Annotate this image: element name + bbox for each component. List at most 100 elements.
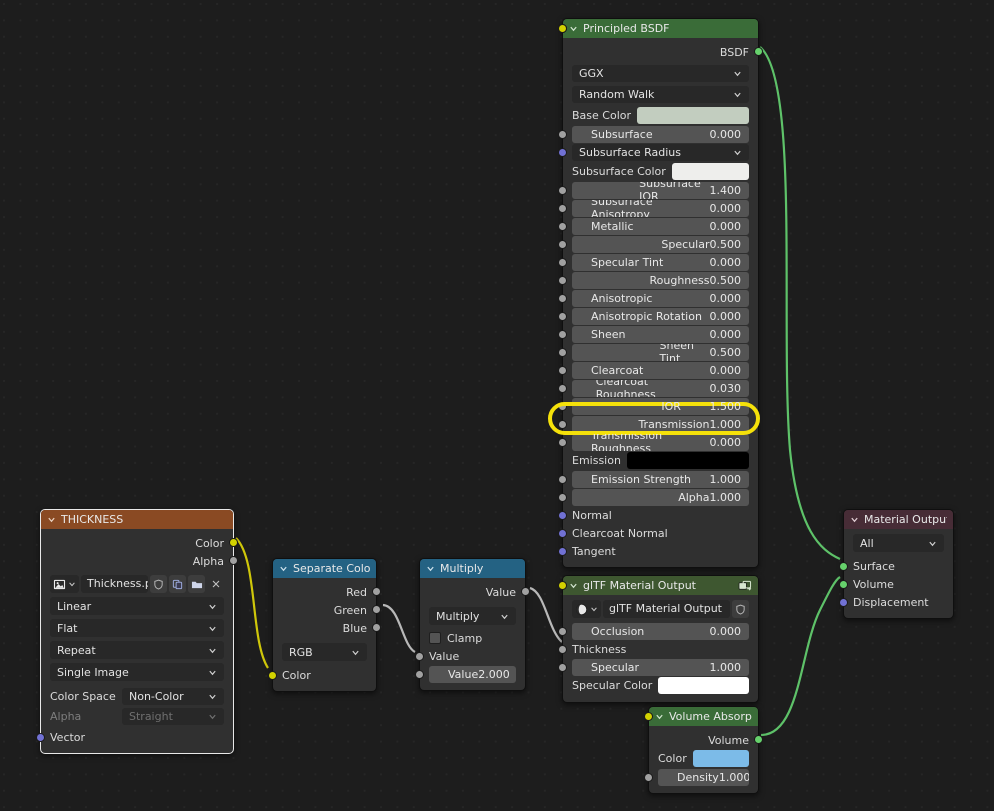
field-density[interactable]: Density 1.000 — [658, 769, 749, 786]
socket-input-value-b[interactable] — [415, 670, 424, 679]
socket-input-subsurface-ior[interactable] — [558, 186, 567, 195]
field-gltf-specular[interactable]: Specular 1.000 — [572, 659, 749, 676]
checkbox-row-clamp[interactable]: Clamp — [420, 629, 525, 647]
color-swatch-subsurface-color[interactable] — [672, 163, 749, 180]
node-header-thickness[interactable]: THICKNESS — [41, 510, 233, 529]
node-gltf-material-output[interactable]: glTF Material Output glTF Materia — [562, 575, 759, 703]
output-row-blue[interactable]: Blue — [273, 619, 376, 637]
socket-input-anisotropic-rotation[interactable] — [558, 312, 567, 321]
dropdown-extension[interactable]: Repeat — [50, 641, 224, 659]
image-datablock-selector[interactable] — [50, 575, 79, 593]
slider-roughness[interactable]: Roughness 0.500 — [572, 272, 749, 289]
chevron-down-icon[interactable] — [569, 581, 578, 590]
field-occlusion[interactable]: Occlusion 0.000 — [572, 623, 749, 640]
socket-input-value-a[interactable] — [415, 652, 424, 661]
socket-output-alpha[interactable] — [229, 556, 238, 565]
input-row-color[interactable]: Color — [273, 666, 376, 684]
dropdown-operation[interactable]: Multiply — [429, 607, 516, 625]
input-row-base-color[interactable]: Base Color — [563, 106, 758, 125]
shield-icon[interactable] — [150, 575, 167, 593]
slider-clearcoat-roughness[interactable]: Clearcoat Roughness 0.030 — [572, 380, 749, 397]
slider-subsurface[interactable]: Subsurface 0.000 — [572, 126, 749, 143]
node-editor-canvas[interactable]: Principled BSDF BSDF GGX Random Walk Bas… — [0, 0, 994, 811]
input-row-subsurface-color[interactable]: Subsurface Color — [563, 162, 758, 181]
slider-subsurface-anisotropy[interactable]: Subsurface Anisotropy 0.000 — [572, 200, 749, 217]
socket-input-color[interactable] — [268, 671, 277, 680]
copy-icon[interactable] — [169, 575, 186, 593]
input-row-density[interactable]: Density 1.000 — [649, 768, 758, 786]
input-row-subsurface-ior[interactable]: Subsurface IOR 1.400 — [563, 181, 758, 199]
slider-subsurface-ior[interactable]: Subsurface IOR 1.400 — [572, 182, 749, 199]
input-row-sheen[interactable]: Sheen 0.000 — [563, 325, 758, 343]
output-row-bsdf[interactable]: BSDF — [563, 43, 758, 61]
slider-sheen-tint[interactable]: Sheen Tint 0.500 — [572, 344, 749, 361]
socket-output-color[interactable] — [229, 538, 238, 547]
chevron-down-icon[interactable] — [279, 564, 288, 573]
input-row-sheen-tint[interactable]: Sheen Tint 0.500 — [563, 343, 758, 361]
input-row-emission-strength[interactable]: Emission Strength 1.000 — [563, 470, 758, 488]
socket-output-volume[interactable] — [754, 735, 763, 744]
shield-icon[interactable] — [732, 600, 749, 618]
socket-input-sheen-tint[interactable] — [558, 348, 567, 357]
socket-input-surface[interactable] — [839, 562, 848, 571]
output-row-green[interactable]: Green — [273, 601, 376, 619]
gltf-datablock-selector[interactable] — [572, 600, 601, 618]
input-row-transmission[interactable]: Transmission 1.000 — [563, 415, 758, 433]
input-row-absorption-color[interactable]: Color — [649, 749, 758, 768]
input-row-ior[interactable]: IOR 1.500 — [563, 397, 758, 415]
socket-output-red[interactable] — [372, 587, 381, 596]
input-row-vector[interactable]: Vector — [41, 728, 233, 746]
socket-input-subsurface-anisotropy[interactable] — [558, 204, 567, 213]
input-row-occlusion[interactable]: Occlusion 0.000 — [563, 622, 758, 640]
node-group-icon[interactable] — [738, 580, 752, 592]
input-row-clearcoat-roughness[interactable]: Clearcoat Roughness 0.030 — [563, 379, 758, 397]
color-swatch-emission[interactable] — [627, 452, 749, 469]
output-row-alpha[interactable]: Alpha — [41, 552, 233, 570]
input-row-specular-color[interactable]: Specular Color — [563, 676, 758, 695]
socket-input-roughness[interactable] — [558, 276, 567, 285]
socket-input-density[interactable] — [644, 773, 653, 782]
node-volume-absorption[interactable]: Volume Absorption Volume Color Density 1… — [648, 706, 759, 794]
dropdown-distribution[interactable]: GGX — [572, 65, 749, 82]
node-separate-color[interactable]: Separate Color Red Green Blue RGB C — [272, 558, 377, 692]
node-header-multiply[interactable]: Multiply — [420, 559, 525, 578]
socket-input-normal[interactable] — [558, 511, 567, 520]
socket-output-green[interactable] — [372, 605, 381, 614]
socket-input-specular-tint[interactable] — [558, 258, 567, 267]
node-header-principled-bsdf[interactable]: Principled BSDF — [563, 19, 758, 38]
chevron-down-icon[interactable] — [426, 564, 435, 573]
socket-output-value[interactable] — [521, 587, 530, 596]
input-row-normal[interactable]: Normal — [563, 506, 758, 524]
close-icon[interactable] — [207, 575, 224, 593]
input-row-clearcoat[interactable]: Clearcoat 0.000 — [563, 361, 758, 379]
slider-sheen[interactable]: Sheen 0.000 — [572, 326, 749, 343]
socket-input-emission[interactable] — [558, 24, 567, 33]
chevron-down-icon[interactable] — [655, 712, 664, 721]
node-material-output[interactable]: Material Output All Surface Volume Displ… — [843, 509, 954, 619]
prop-row-color-space[interactable]: Color Space Non-Color — [41, 686, 233, 706]
socket-input-clearcoat[interactable] — [558, 366, 567, 375]
slider-ior[interactable]: IOR 1.500 — [572, 398, 749, 415]
socket-input-clearcoat-roughness[interactable] — [558, 384, 567, 393]
socket-input-displacement[interactable] — [839, 598, 848, 607]
node-thickness-image-texture[interactable]: THICKNESS Color Alpha — [40, 509, 234, 754]
input-row-thickness[interactable]: Thickness — [563, 640, 758, 658]
output-row-value[interactable]: Value — [420, 583, 525, 601]
dropdown-subsurface-method[interactable]: Random Walk — [572, 86, 749, 103]
gltf-datablock-row[interactable]: glTF Material Output — [572, 600, 749, 618]
output-row-color[interactable]: Color — [41, 534, 233, 552]
input-row-displacement[interactable]: Displacement — [844, 593, 953, 611]
socket-input-vector[interactable] — [36, 733, 45, 742]
slider-clearcoat[interactable]: Clearcoat 0.000 — [572, 362, 749, 379]
input-row-emission[interactable]: Emission — [563, 451, 758, 470]
slider-anisotropic-rotation[interactable]: Anisotropic Rotation 0.000 — [572, 308, 749, 325]
socket-input-gltf-specular[interactable] — [558, 663, 567, 672]
folder-icon[interactable] — [188, 575, 205, 593]
input-row-specular[interactable]: Specular 0.500 — [563, 235, 758, 253]
input-row-specular-tint[interactable]: Specular Tint 0.000 — [563, 253, 758, 271]
clamp-checkbox[interactable] — [429, 632, 441, 644]
input-row-value-b[interactable]: Value 2.000 — [420, 665, 525, 683]
socket-input-anisotropic[interactable] — [558, 294, 567, 303]
node-header-material-output[interactable]: Material Output — [844, 510, 953, 529]
slider-anisotropic[interactable]: Anisotropic 0.000 — [572, 290, 749, 307]
